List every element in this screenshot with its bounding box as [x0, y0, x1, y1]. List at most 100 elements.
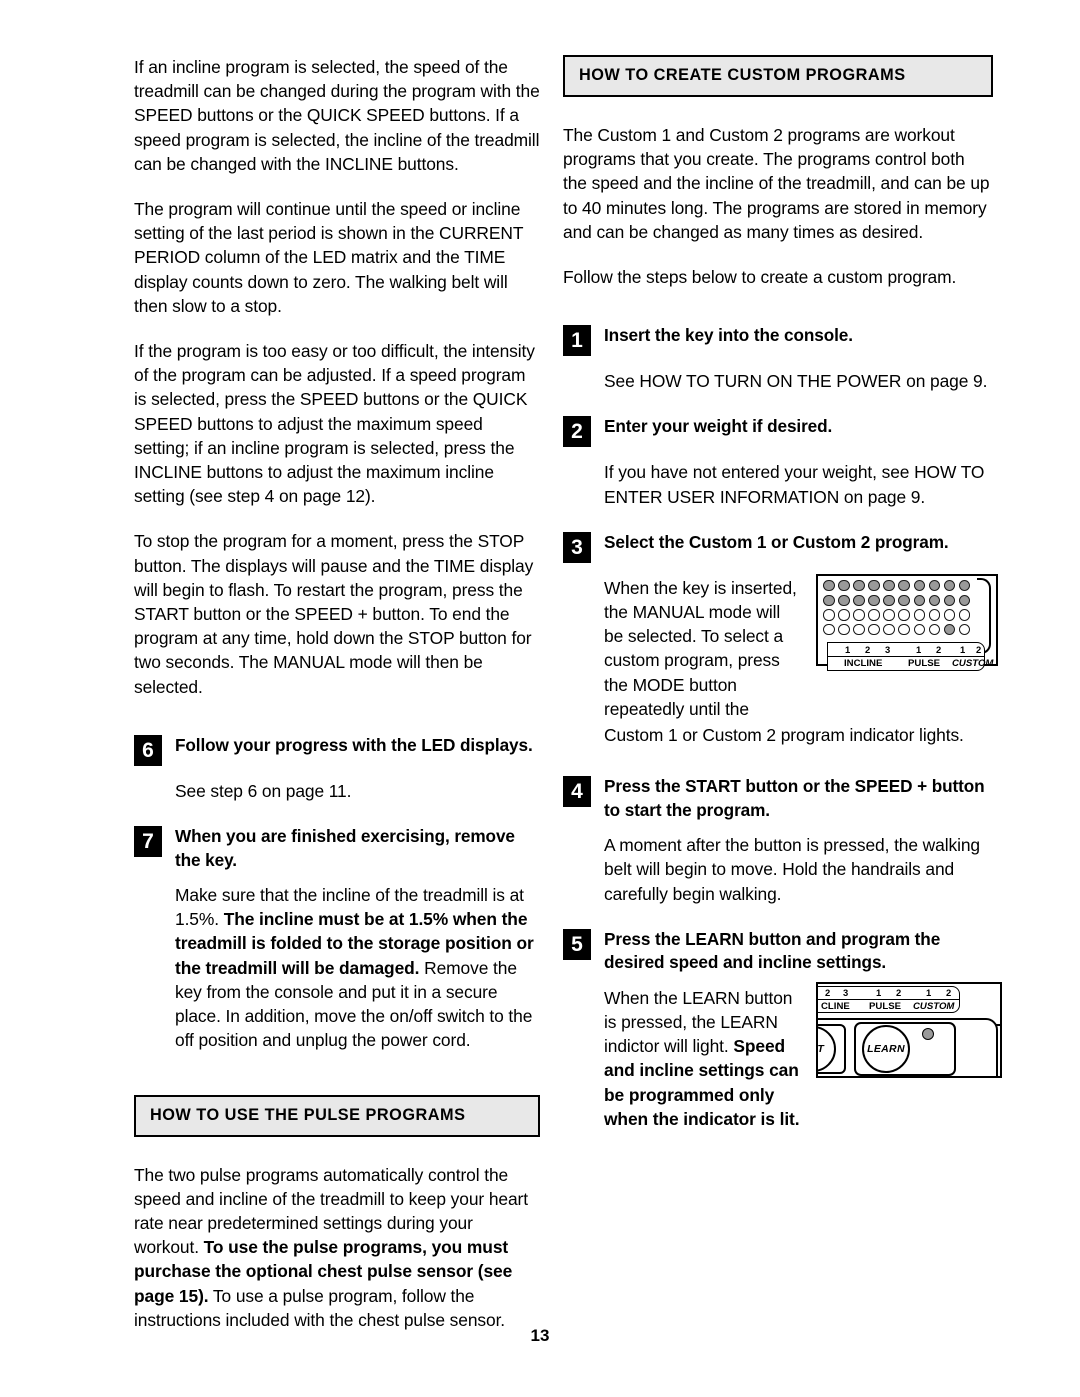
matrix-num-custom-2: 2 — [976, 643, 982, 655]
section-heading-custom-programs: HOW TO CREATE CUSTOM PROGRAMS — [563, 55, 993, 97]
step-5-body-narrow: When the LEARN button is pressed, the LE… — [604, 986, 800, 1131]
step-3-body-narrow: When the key is inserted, the MANUAL mod… — [604, 577, 797, 719]
paragraph-pulse-programs: The two pulse programs automatically con… — [134, 1163, 540, 1332]
step-7: 7 When you are finished exercising, remo… — [134, 825, 540, 872]
led-matrix-number-labels: 1 2 3 1 2 1 2 — [828, 644, 984, 656]
step-6-body: See step 6 on page 11. — [175, 780, 352, 801]
step-7-body: Make sure that the incline of the treadm… — [175, 883, 540, 1052]
led-indicator — [838, 594, 850, 607]
led-indicator — [958, 609, 971, 621]
learn-group-pulse: PULSE — [869, 1000, 901, 1012]
matrix-num-incline-3: 3 — [885, 643, 891, 655]
led-indicator — [868, 579, 880, 592]
step-4-body: A moment after the button is pressed, th… — [604, 835, 980, 904]
step-1-title: Insert the key into the console. — [604, 325, 853, 346]
paragraph-stop-program: To stop the program for a moment, press … — [134, 531, 534, 697]
step-3-body-with-figure: When the key is inserted, the MANUAL mod… — [604, 573, 998, 721]
step-2-number: 2 — [563, 416, 591, 448]
led-indicator — [943, 609, 956, 621]
led-indicator — [928, 579, 941, 592]
learn-group-custom: CUSTOM — [913, 1000, 955, 1012]
led-indicator — [883, 579, 895, 592]
learn-button-figure: 2 3 1 2 1 2 CLINE PULSE CUSTOM T LEARN — [816, 981, 1002, 1078]
led-indicator — [883, 609, 895, 621]
step-1-body: See HOW TO TURN ON THE POWER on page 9. — [604, 371, 988, 392]
learn-num-incline-3: 3 — [843, 986, 849, 998]
step-5-title: Press the LEARN button and program the d… — [604, 928, 941, 973]
left-column: If an incline program is selected, the s… — [134, 55, 540, 1332]
step-2: 2 Enter your weight if desired. — [563, 415, 993, 449]
led-indicator — [898, 579, 910, 592]
led-indicator — [898, 623, 910, 636]
led-indicator — [868, 594, 880, 607]
matrix-group-custom: CUSTOM — [952, 657, 994, 669]
led-indicator — [913, 623, 926, 636]
matrix-num-pulse-1: 1 — [916, 643, 922, 655]
learn-num-custom-2: 2 — [946, 986, 952, 998]
paragraph-intensity-adjust: If the program is too easy or too diffic… — [134, 341, 535, 507]
led-indicator — [913, 594, 926, 607]
matrix-num-custom-1: 1 — [960, 643, 966, 655]
led-matrix-labels: 1 2 3 1 2 1 2 INCLINE PULSE CUSTOM — [827, 641, 993, 671]
step-2-body: If you have not entered your weight, see… — [604, 462, 985, 507]
led-indicator — [838, 579, 850, 592]
led-matrix-group-labels: INCLINE PULSE CUSTOM — [828, 655, 993, 669]
learn-button[interactable]: LEARN — [862, 1024, 910, 1073]
learn-num-incline-2: 2 — [825, 986, 831, 998]
led-indicator — [868, 623, 880, 636]
led-indicator — [823, 609, 835, 621]
led-indicator — [898, 609, 910, 621]
paragraph-follow-steps: Follow the steps below to create a custo… — [563, 267, 957, 288]
paragraph-incline-speed: If an incline program is selected, the s… — [134, 57, 540, 174]
led-row — [823, 579, 971, 592]
section-heading-pulse-programs-title: HOW TO USE THE PULSE PROGRAMS — [150, 1105, 466, 1124]
led-indicator — [868, 609, 880, 621]
led-indicator-custom-1-lit — [943, 623, 956, 636]
step-6: 6 Follow your progress with the LED disp… — [134, 734, 540, 768]
learn-figure-labels: 2 3 1 2 1 2 CLINE PULSE CUSTOM — [818, 985, 960, 1013]
learn-indicator-led — [922, 1027, 934, 1040]
matrix-num-incline-1: 1 — [845, 643, 851, 655]
matrix-group-incline: INCLINE — [844, 657, 883, 669]
led-indicator — [928, 609, 941, 621]
step-1: 1 Insert the key into the console. — [563, 324, 993, 358]
step-1-number: 1 — [563, 325, 591, 357]
step-3-title: Select the Custom 1 or Custom 2 program. — [604, 531, 949, 552]
step-3: 3 Select the Custom 1 or Custom 2 progra… — [563, 531, 993, 565]
led-indicator — [823, 623, 835, 636]
matrix-num-pulse-2: 2 — [936, 643, 942, 655]
led-indicator — [943, 579, 956, 592]
led-indicator — [853, 594, 865, 607]
learn-group-labels: CLINE PULSE CUSTOM — [818, 998, 959, 1012]
led-indicator — [823, 594, 835, 607]
section-heading-pulse-programs: HOW TO USE THE PULSE PROGRAMS — [134, 1094, 540, 1137]
led-row — [823, 623, 971, 636]
led-indicator — [928, 623, 941, 636]
step-4-title: Press the START button or the SPEED + bu… — [604, 776, 985, 820]
led-row — [823, 609, 971, 621]
step-6-title: Follow your progress with the LED displa… — [175, 734, 533, 755]
right-column: HOW TO CREATE CUSTOM PROGRAMS The Custom… — [563, 55, 1002, 1131]
manual-page: If an incline program is selected, the s… — [0, 0, 1080, 1397]
section-heading-custom-programs-title: HOW TO CREATE CUSTOM PROGRAMS — [579, 66, 906, 84]
led-indicator — [913, 579, 926, 592]
step-5-number: 5 — [563, 928, 591, 960]
step-5: 5 Press the LEARN button and program the… — [563, 928, 993, 975]
paragraph-custom-intro: The Custom 1 and Custom 2 programs are w… — [563, 125, 990, 242]
led-indicator — [943, 594, 956, 607]
learn-number-labels: 2 3 1 2 1 2 — [818, 986, 959, 999]
led-indicator — [898, 594, 910, 607]
led-matrix-inner: 1 2 3 1 2 1 2 INCLINE PULSE CUSTOM — [823, 577, 993, 671]
led-indicator — [883, 623, 895, 636]
led-indicator — [913, 609, 926, 621]
step-7-title: When you are finished exercising, remove… — [175, 826, 515, 870]
led-indicator — [838, 623, 850, 636]
